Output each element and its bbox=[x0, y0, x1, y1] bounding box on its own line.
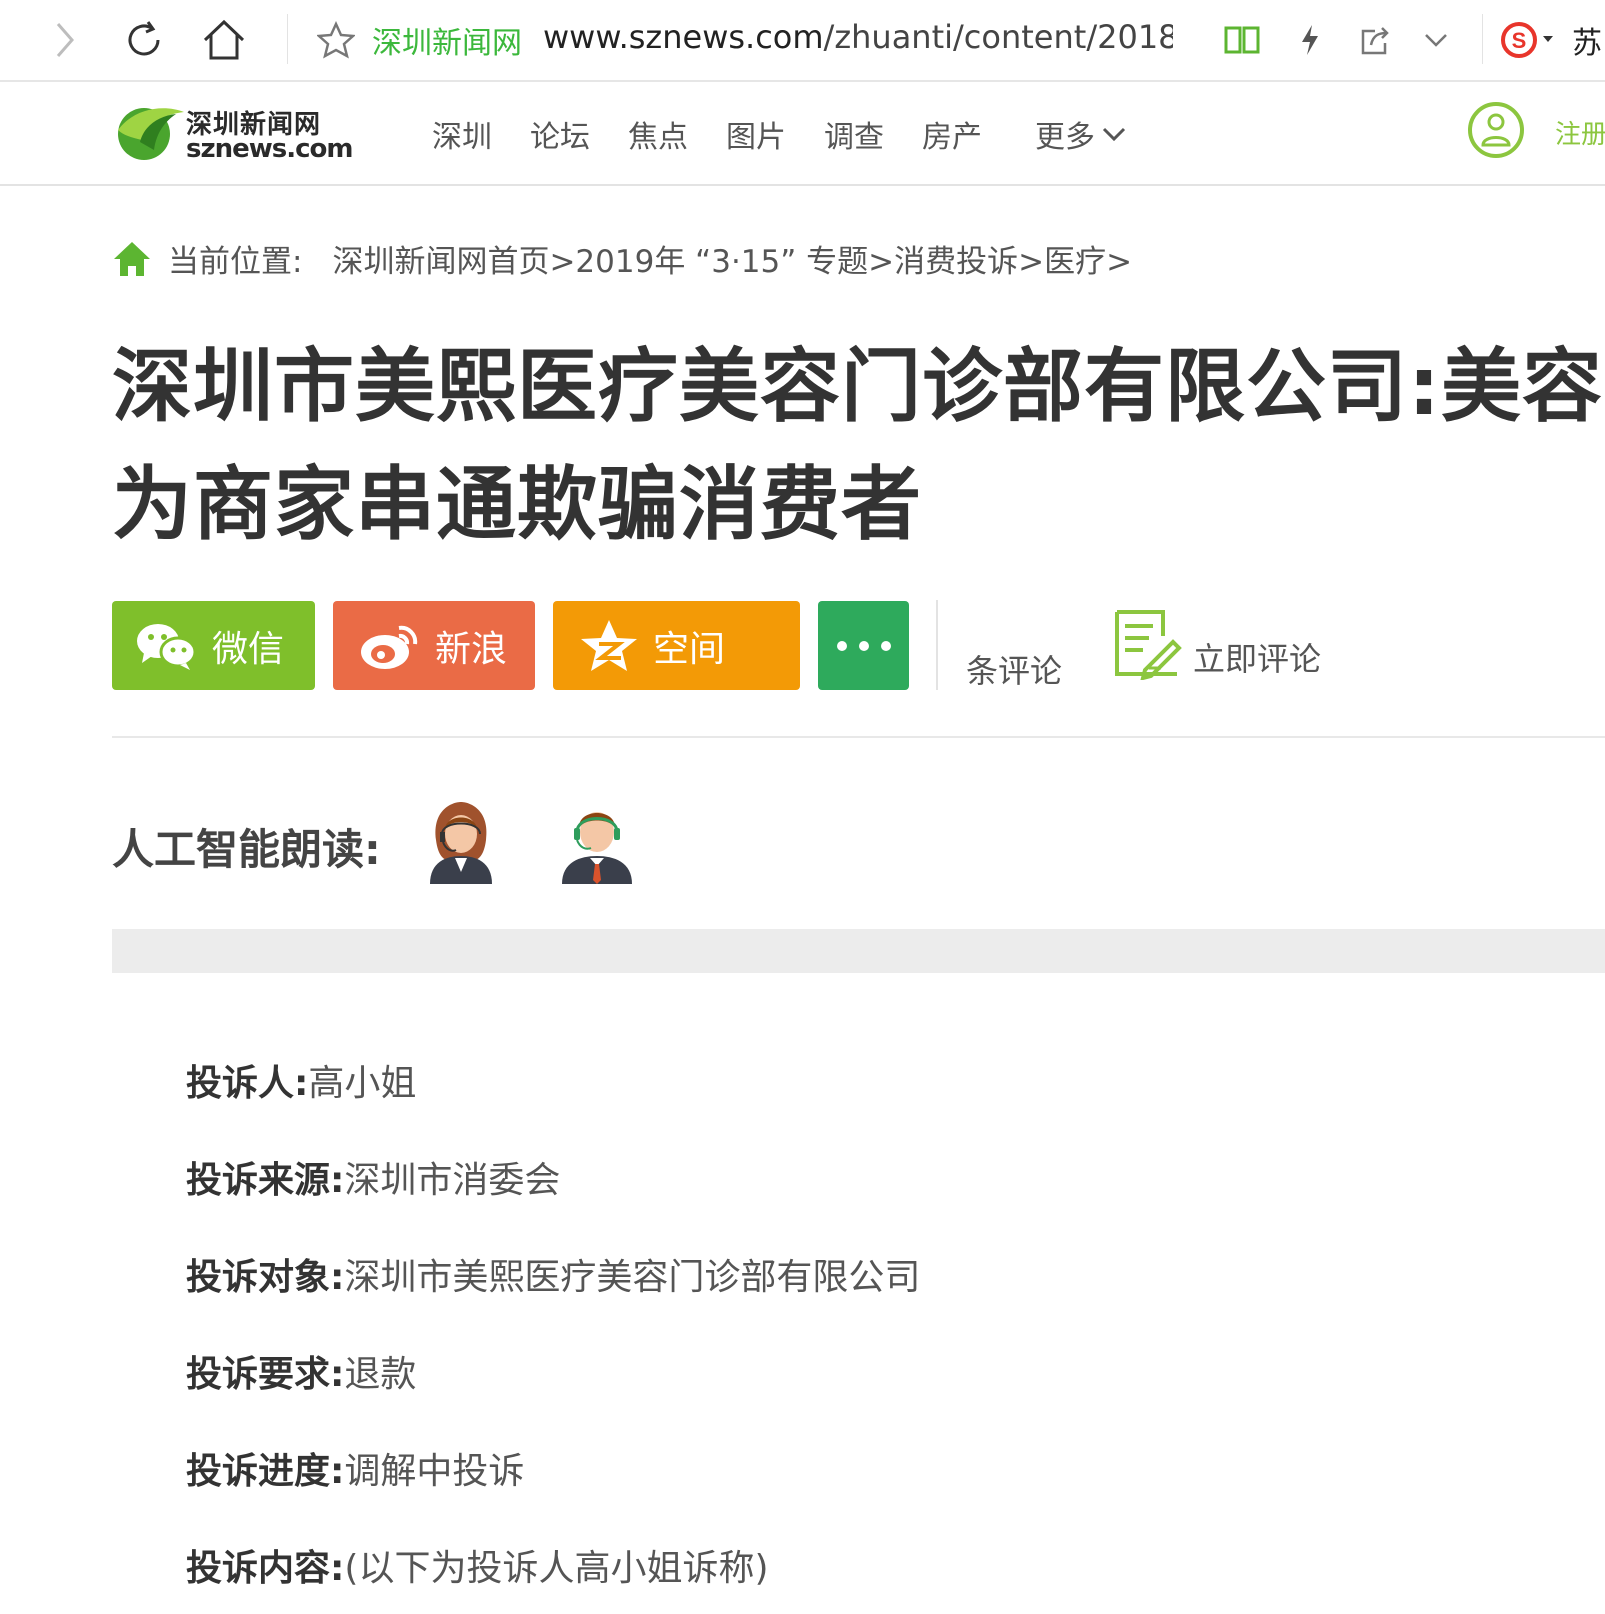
user-account-icon[interactable] bbox=[1468, 102, 1524, 158]
complaint-row: 投诉进度:调解中投诉 bbox=[186, 1442, 524, 1494]
toolbar-divider bbox=[287, 14, 288, 64]
home-icon[interactable] bbox=[198, 14, 250, 66]
complaint-key: 投诉要求: bbox=[186, 1354, 345, 1395]
toolbar-divider bbox=[1482, 14, 1483, 64]
audio-player-bar[interactable] bbox=[112, 929, 1605, 973]
logo-english-text: sznews.com bbox=[186, 134, 353, 164]
nav-item-pictures[interactable]: 图片 bbox=[726, 112, 786, 156]
sogou-search-icon[interactable]: S bbox=[1498, 14, 1558, 66]
article-title: 深圳市美熙医疗美容门诊部有限公司:美容 为商家串通欺骗消费者 bbox=[112, 328, 1605, 564]
site-logo[interactable]: 深圳新闻网 sznews.com bbox=[114, 98, 354, 168]
chevron-down-icon bbox=[1102, 127, 1126, 142]
complaint-row: 投诉来源:深圳市消委会 bbox=[186, 1151, 560, 1203]
share-page-icon[interactable] bbox=[1355, 14, 1395, 66]
complaint-key: 投诉对象: bbox=[186, 1257, 345, 1298]
browser-user-name[interactable]: 苏 bbox=[1572, 18, 1602, 62]
browser-toolbar: 深圳新闻网 www.sznews.com/zhuanti/content/201… bbox=[0, 0, 1605, 82]
weibo-icon bbox=[359, 620, 421, 672]
complaint-row: 投诉内容:(以下为投诉人高小姐诉称) bbox=[186, 1539, 769, 1591]
article-title-line-1: 深圳市美熙医疗美容门诊部有限公司:美容 bbox=[112, 340, 1603, 433]
chevron-down-icon[interactable] bbox=[1418, 14, 1454, 66]
complaint-value: 退款 bbox=[344, 1354, 417, 1395]
url-path: /zhuanti/content/2018-0 bbox=[823, 18, 1173, 56]
complaint-value: 深圳市美熙医疗美容门诊部有限公司 bbox=[344, 1257, 921, 1298]
share-more-button[interactable] bbox=[818, 601, 909, 690]
nav-item-property[interactable]: 房产 bbox=[922, 112, 982, 156]
share-qzone-label: 空间 bbox=[653, 628, 726, 670]
write-comment-icon bbox=[1115, 610, 1182, 680]
reader-mode-icon[interactable] bbox=[1222, 14, 1262, 66]
forward-icon[interactable] bbox=[42, 14, 86, 66]
complaint-key: 投诉人: bbox=[186, 1063, 309, 1104]
comment-now-label: 立即评论 bbox=[1193, 640, 1322, 678]
complaint-key: 投诉内容: bbox=[186, 1548, 345, 1589]
female-voice-avatar-icon[interactable] bbox=[428, 800, 494, 888]
qzone-star-icon bbox=[579, 618, 639, 674]
article-title-line-2: 为商家串通欺骗消费者 bbox=[112, 458, 922, 551]
share-divider bbox=[936, 600, 938, 690]
logo-globe-icon bbox=[118, 108, 184, 160]
address-bar[interactable]: www.sznews.com/zhuanti/content/2018-0 bbox=[543, 18, 1173, 56]
comment-count[interactable]: 条评论 bbox=[966, 646, 1062, 692]
site-name-badge: 深圳新闻网 bbox=[372, 26, 522, 61]
share-weibo-button[interactable]: 新浪 bbox=[333, 601, 535, 690]
section-divider bbox=[112, 736, 1605, 738]
home-icon bbox=[114, 241, 150, 276]
nav-item-survey[interactable]: 调查 bbox=[824, 112, 884, 156]
male-voice-avatar-icon[interactable] bbox=[560, 800, 634, 888]
complaint-row: 投诉要求:退款 bbox=[186, 1345, 416, 1397]
complaint-value: (以下为投诉人高小姐诉称) bbox=[344, 1548, 769, 1589]
ai-reading-label: 人工智能朗读: bbox=[112, 825, 381, 874]
site-header: 深圳新闻网 sznews.com 深圳 论坛 焦点 图片 调查 房产 更多 注册 bbox=[0, 82, 1605, 186]
share-qzone-button[interactable]: 空间 bbox=[553, 601, 800, 690]
lightning-icon[interactable] bbox=[1292, 14, 1328, 66]
main-nav: 深圳 论坛 焦点 图片 调查 房产 bbox=[432, 112, 1020, 156]
share-wechat-button[interactable]: 微信 bbox=[112, 601, 315, 690]
complaint-row: 投诉对象:深圳市美熙医疗美容门诊部有限公司 bbox=[186, 1248, 920, 1300]
wechat-icon bbox=[134, 621, 198, 671]
nav-more-dropdown[interactable]: 更多 bbox=[1035, 112, 1127, 156]
nav-item-focus[interactable]: 焦点 bbox=[628, 112, 688, 156]
nav-item-forum[interactable]: 论坛 bbox=[530, 112, 590, 156]
complaint-value: 高小姐 bbox=[308, 1063, 417, 1104]
nav-item-shenzhen[interactable]: 深圳 bbox=[432, 112, 492, 156]
breadcrumb: 当前位置: 深圳新闻网首页>2019年 “3·15” 专题>消费投诉>医疗> bbox=[112, 236, 1132, 281]
nav-more-label: 更多 bbox=[1035, 120, 1095, 155]
complaint-row: 投诉人:高小姐 bbox=[186, 1054, 416, 1106]
reload-icon[interactable] bbox=[118, 14, 170, 66]
complaint-key: 投诉进度: bbox=[186, 1451, 345, 1492]
breadcrumb-path[interactable]: 深圳新闻网首页>2019年 “3·15” 专题>消费投诉>医疗> bbox=[332, 236, 1132, 281]
share-wechat-label: 微信 bbox=[212, 628, 285, 670]
breadcrumb-label: 当前位置: bbox=[168, 244, 303, 280]
share-weibo-label: 新浪 bbox=[435, 628, 508, 670]
complaint-value: 深圳市消委会 bbox=[344, 1160, 561, 1201]
bookmark-star-icon[interactable] bbox=[314, 14, 358, 66]
register-link[interactable]: 注册 bbox=[1555, 114, 1605, 151]
complaint-value: 调解中投诉 bbox=[344, 1451, 525, 1492]
more-dots-icon bbox=[836, 640, 891, 651]
url-domain: www.sznews.com bbox=[543, 18, 824, 56]
svg-text:S: S bbox=[1512, 28, 1527, 53]
comment-now-button[interactable]: 立即评论 bbox=[1113, 608, 1321, 680]
complaint-key: 投诉来源: bbox=[186, 1160, 345, 1201]
